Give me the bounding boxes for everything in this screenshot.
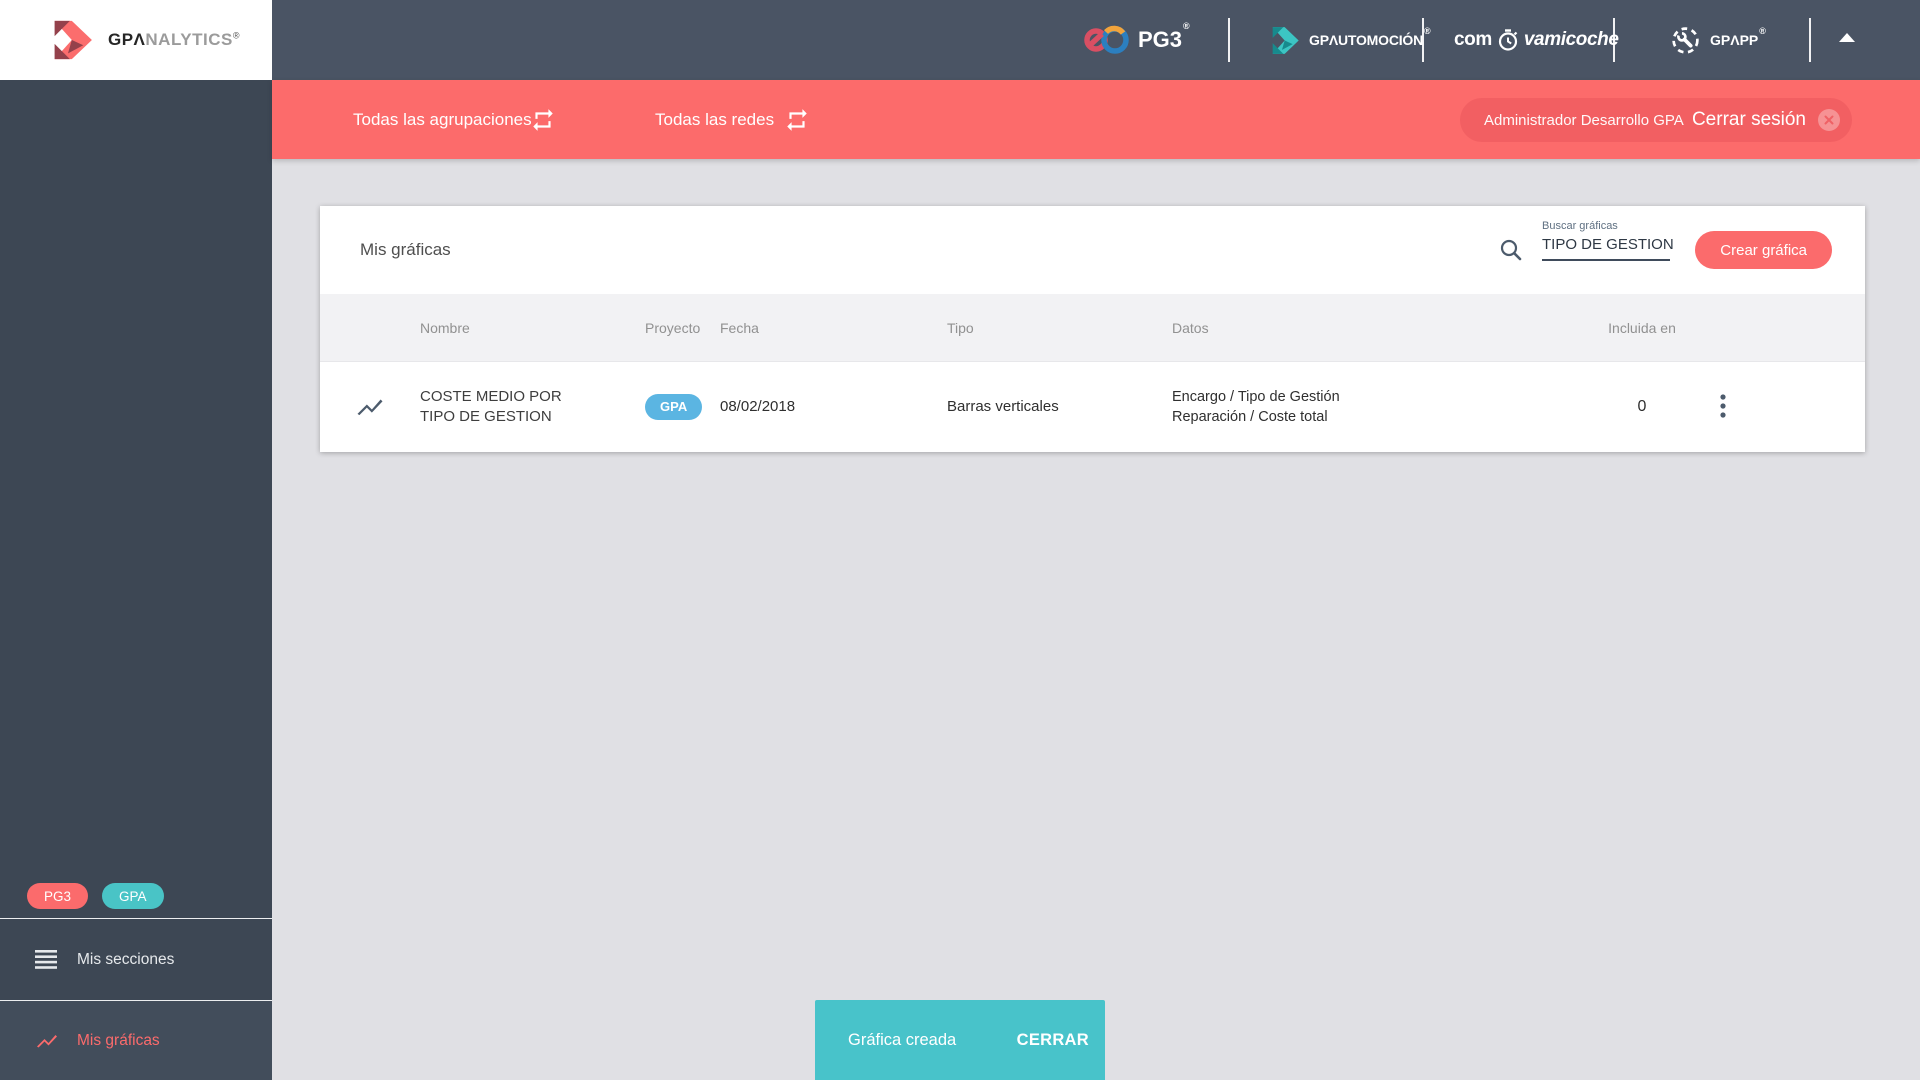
header-datos: Datos <box>1172 319 1209 336</box>
user-session-pill: Administrador Desarrollo GPA Cerrar sesi… <box>1460 98 1852 142</box>
sidebar-item-label: Mis gráficas <box>77 1031 160 1049</box>
search-icon <box>1500 239 1522 261</box>
header-fecha: Fecha <box>720 319 759 336</box>
networks-label: Todas las redes <box>655 109 775 129</box>
brand-pg3[interactable]: PG3® <box>1083 0 1190 80</box>
table-row[interactable]: COSTE MEDIO POR TIPO DE GESTION GPA 08/0… <box>320 362 1865 451</box>
row-date-cell: 08/02/2018 <box>720 397 796 415</box>
row-name-cell: COSTE MEDIO POR TIPO DE GESTION <box>420 387 562 425</box>
card-header: Mis gráficas Buscar gráficas TIPO DE GES… <box>320 206 1865 294</box>
sidebar-bottom: PG3 GPA Mis secciones Mis gráficas <box>0 874 272 1080</box>
badge-pg3[interactable]: PG3 <box>27 883 89 909</box>
pg3-infinity-icon <box>1084 25 1129 54</box>
close-session-icon[interactable] <box>1816 107 1842 133</box>
swap-networks-icon[interactable] <box>784 107 810 133</box>
charts-card: Mis gráficas Buscar gráficas TIPO DE GES… <box>320 206 1865 452</box>
topbar-divider <box>1809 18 1811 62</box>
sidebar-item-mis-graficas[interactable]: Mis gráficas <box>0 1000 272 1080</box>
chevron-up-icon <box>1839 33 1855 42</box>
topbar: PG3® GPΛUTOMOCIÓN® com vamicoche GPΛPP® <box>272 0 1920 80</box>
row-type-cell: Barras verticales <box>947 397 1059 415</box>
brand-gpautomocion-label: GPΛUTOMOCIÓN® <box>1309 26 1431 48</box>
search-field[interactable]: Buscar gráficas TIPO DE GESTION <box>1542 220 1674 261</box>
brand-gpautomocion[interactable]: GPΛUTOMOCIÓN® <box>1264 0 1431 80</box>
snackbar: Gráfica creada CERRAR <box>815 1000 1105 1080</box>
topbar-divider <box>1613 18 1615 62</box>
sidebar-item-label: Mis secciones <box>77 950 175 968</box>
header-proyecto: Proyecto <box>645 319 701 336</box>
brand-logo[interactable]: GPΛNALYTICS® <box>0 0 272 80</box>
topbar-divider <box>1422 18 1424 62</box>
brand-logo-text: GPΛNALYTICS® <box>108 30 240 49</box>
project-badge: GPA <box>645 393 703 420</box>
snackbar-close-button[interactable]: CERRAR <box>1017 1031 1089 1050</box>
networks-selector[interactable]: Todas las redes <box>655 80 774 159</box>
header-nombre: Nombre <box>420 319 470 336</box>
table-header-row: Nombre Proyecto Fecha Tipo Datos Incluid… <box>320 294 1865 362</box>
create-chart-button[interactable]: Crear gráfica <box>1695 231 1832 269</box>
product-badges: PG3 GPA <box>0 874 272 918</box>
wrench-circle-icon <box>1672 26 1699 54</box>
page-title: Mis gráficas <box>360 240 451 259</box>
header-tipo: Tipo <box>947 319 974 336</box>
user-name: Administrador Desarrollo GPA <box>1484 111 1684 129</box>
comprova-suffix: vamicoche <box>1523 29 1619 50</box>
line-chart-icon <box>357 399 383 415</box>
row-project-cell: GPA <box>645 393 720 420</box>
brand-comprovamicoche[interactable]: com vamicoche <box>1454 0 1619 80</box>
menu-lines-icon <box>35 950 59 969</box>
search-label: Buscar gráficas <box>1542 220 1618 232</box>
stopwatch-icon <box>1498 29 1518 51</box>
row-data-cell: Encargo / Tipo de Gestión Reparación / C… <box>1172 388 1340 425</box>
row-included-cell: 0 <box>1637 397 1647 415</box>
logout-button[interactable]: Cerrar sesión <box>1692 109 1806 131</box>
brand-gpapp-label: GPΛPP® <box>1710 26 1766 48</box>
topbar-divider <box>1228 18 1230 62</box>
sidebar: GPΛNALYTICS® PG3 GPA Mis secciones Mis g… <box>0 0 272 1080</box>
groupings-label: Todas las agrupaciones <box>353 109 532 129</box>
row-menu-button[interactable] <box>1710 392 1736 422</box>
collapse-topbar-button[interactable] <box>1839 33 1859 47</box>
line-chart-icon <box>35 1029 59 1053</box>
comprova-prefix: com <box>1454 29 1492 50</box>
groupings-selector[interactable]: Todas las agrupaciones <box>353 80 532 159</box>
badge-gpa[interactable]: GPA <box>102 883 164 909</box>
swap-groupings-icon[interactable] <box>530 107 556 133</box>
row-chart-type-cell <box>320 392 420 422</box>
snackbar-message: Gráfica creada <box>848 1030 957 1049</box>
kebab-menu-icon <box>1720 394 1726 418</box>
sidebar-item-mis-secciones[interactable]: Mis secciones <box>0 918 272 1000</box>
gpautomocion-chevron-icon <box>1272 26 1299 54</box>
brand-gpapp[interactable]: GPΛPP® <box>1670 0 1766 80</box>
app-root: GPΛNALYTICS® PG3 GPA Mis secciones Mis g… <box>0 0 1920 1080</box>
search-input[interactable]: TIPO DE GESTION <box>1542 235 1674 261</box>
gpanalytics-chevron-icon <box>54 20 92 60</box>
brand-pg3-label: PG3® <box>1138 21 1190 52</box>
filter-bar: Todas las agrupaciones Todas las redes A… <box>272 80 1920 159</box>
header-incluida-en: Incluida en <box>1608 319 1676 336</box>
